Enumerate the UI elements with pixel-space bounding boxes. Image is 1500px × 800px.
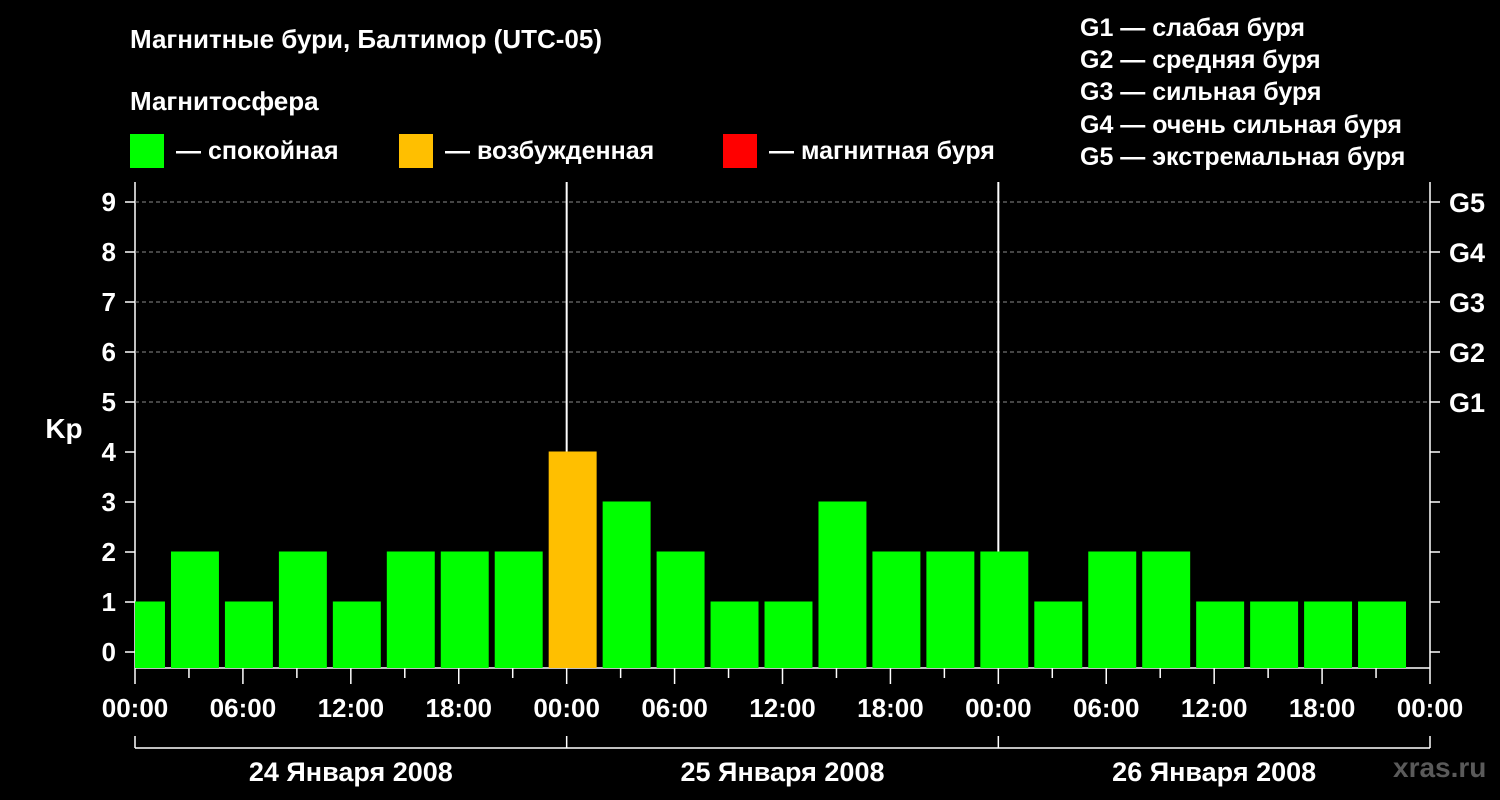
y-tick-label: 2 [102,537,116,567]
kp-bar-13 [764,601,813,668]
g-level-label: G4 [1449,238,1485,268]
kp-bar-15 [872,551,921,668]
kp-bar-23 [1304,601,1353,668]
y-tick-label: 6 [102,337,116,367]
kp-bar-22 [1250,601,1299,668]
day-label: 24 Января 2008 [249,757,453,787]
kp-bar-chart: 0 1 2 3 4 5 6 7 8 9 G1 G2 G3 G4 G5 Kp 00:00 06:00 12:00 18:… [45,182,1485,787]
x-tick-label: 00:00 [965,693,1032,723]
kp-bar-3 [224,601,273,668]
kp-bar-17 [980,551,1029,668]
x-tick-label: 06:00 [1073,693,1140,723]
x-tick-label: 06:00 [210,693,277,723]
y-axis-label: Kp [45,413,82,444]
x-tick-label: 18:00 [857,693,924,723]
y-tick-label: 4 [102,437,117,467]
kp-bar-20 [1142,551,1191,668]
x-tick-label: 12:00 [749,693,816,723]
kp-bar-11 [656,551,705,668]
kp-bar-18 [1034,601,1083,668]
x-tick-label: 00:00 [102,693,169,723]
y-tick-label: 3 [102,487,116,517]
kp-bar-19 [1088,551,1137,668]
kp-bar-2 [170,551,219,668]
y-tick-label: 0 [102,637,116,667]
y-tick-label: 1 [102,587,116,617]
kp-bar-1 [135,601,165,668]
y-tick-label: 5 [102,387,116,417]
g-level-label: G2 [1449,338,1485,368]
day-label: 26 Января 2008 [1112,757,1316,787]
y-tick-label: 8 [102,237,116,267]
x-tick-label: 12:00 [1181,693,1248,723]
kp-bar-4 [278,551,327,668]
g-level-label: G5 [1449,188,1485,218]
y-tick-label: 9 [102,187,116,217]
g-level-label: G1 [1449,388,1485,418]
kp-bar-6 [386,551,435,668]
kp-bar-14 [818,501,867,668]
y-tick-label: 7 [102,287,116,317]
x-tick-label: 00:00 [1397,693,1464,723]
x-tick-label: 18:00 [1289,693,1356,723]
x-tick-label: 00:00 [533,693,600,723]
kp-bar-16 [926,551,975,668]
x-tick-label: 06:00 [641,693,708,723]
kp-bar-8 [494,551,543,668]
kp-bar-10 [602,501,651,668]
x-tick-label: 18:00 [426,693,493,723]
kp-bar-7 [440,551,489,668]
day-label: 25 Января 2008 [681,757,885,787]
kp-bar-9 [548,451,597,668]
kp-bar-24 [1358,601,1407,668]
kp-bar-21 [1196,601,1245,668]
watermark: xras.ru [1393,752,1487,783]
g-level-label: G3 [1449,288,1485,318]
kp-bar-5 [332,601,381,668]
kp-bar-12 [710,601,759,668]
x-tick-label: 12:00 [318,693,385,723]
